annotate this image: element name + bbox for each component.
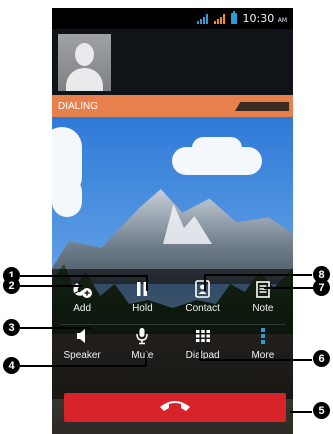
- speaker-button[interactable]: Speaker: [52, 325, 112, 369]
- call-status-text: DIALING: [58, 100, 99, 112]
- in-call-controls: Add Hold Contact Note Speaker Mute Dialp…: [52, 269, 293, 399]
- contact-avatar: [58, 34, 111, 91]
- callout-8: 8: [313, 266, 330, 283]
- phone-screen: 10:30 AM DIALING Add Hold Contact Note S…: [52, 8, 293, 434]
- signal-strength-icon: [196, 13, 208, 24]
- callout-3: 3: [3, 319, 20, 336]
- mute-label: Mute: [131, 350, 154, 361]
- microphone-icon: [130, 325, 154, 347]
- redacted-number: [235, 102, 289, 111]
- speaker-label: Speaker: [63, 350, 101, 361]
- mute-button[interactable]: Mute: [112, 325, 172, 369]
- call-status-bar: DIALING: [52, 95, 293, 117]
- caller-info: [52, 29, 293, 95]
- hold-button[interactable]: Hold: [112, 278, 172, 322]
- note-button[interactable]: Note: [233, 278, 293, 322]
- note-label: Note: [252, 303, 274, 314]
- controls-row-2: Speaker Mute Dialpad More: [52, 325, 293, 369]
- dialpad-icon: [191, 325, 215, 347]
- add-call-icon: [70, 278, 94, 300]
- contact-icon: [191, 278, 215, 300]
- signal-strength-icon-2: [213, 13, 225, 24]
- callout-4: 4: [3, 357, 20, 374]
- battery-icon: [230, 11, 237, 24]
- pause-icon: [130, 278, 154, 300]
- more-button[interactable]: More: [233, 325, 293, 369]
- note-icon: [251, 278, 275, 300]
- controls-row-1: Add Hold Contact Note: [52, 278, 293, 325]
- callout-5: 5: [313, 402, 330, 419]
- more-vertical-icon: [251, 325, 275, 347]
- dialpad-button[interactable]: Dialpad: [173, 325, 233, 369]
- contact-button[interactable]: Contact: [173, 278, 233, 322]
- clock: 10:30 AM: [242, 12, 287, 25]
- end-call-icon: [158, 398, 192, 417]
- status-bar: 10:30 AM: [52, 8, 293, 29]
- end-call-button[interactable]: [64, 393, 286, 422]
- add-call-label: Add: [73, 303, 92, 314]
- callout-2: 2: [3, 277, 20, 294]
- contact-label: Contact: [185, 303, 220, 314]
- callout-6: 6: [313, 350, 330, 367]
- hold-label: Hold: [132, 303, 153, 314]
